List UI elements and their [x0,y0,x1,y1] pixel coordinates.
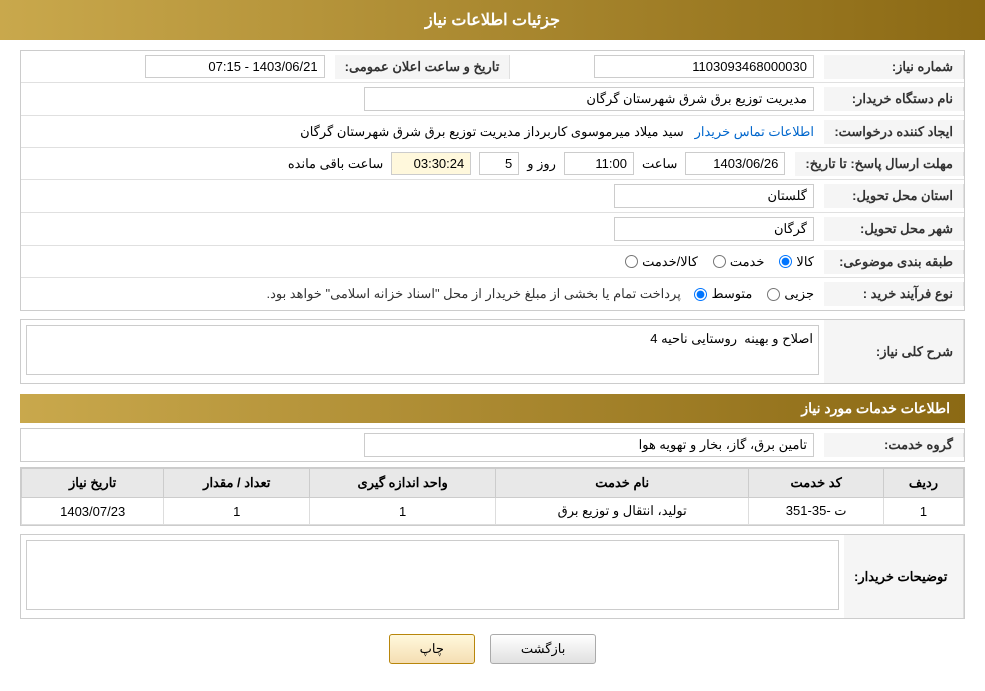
tabaqe-kala-khedmat-item: کالا/خدمت [625,254,698,270]
col-tedad: تعداد / مقدار [164,469,310,498]
shomara-input: 1103093468000030 [594,55,814,78]
tabaqe-kala-radio[interactable] [779,255,792,268]
mohlat-baqi-input: 03:30:24 [391,152,471,175]
dastgah-value: مدیریت توزیع برق شرق شهرستان گرگان [21,83,824,115]
row-grooh: گروه خدمت: تامین برق، گاز، بخار و تهویه … [20,428,965,462]
tabaqe-label: طبقه بندی موضوعی: [824,250,964,274]
page-title: جزئیات اطلاعات نیاز [0,0,985,40]
sharh-value [21,320,824,383]
col-vahed: واحد اندازه گیری [310,469,496,498]
tabaqe-kala-khedmat-label: کالا/خدمت [642,254,698,270]
navoe-motavasset-radio[interactable] [694,288,707,301]
row-mohlat: مهلت ارسال پاسخ: تا تاریخ: 1403/06/26 سا… [21,148,964,180]
mohlat-value: 1403/06/26 ساعت 11:00 روز و 5 03:30:24 س… [21,148,795,179]
tabaqe-khedmat-radio[interactable] [713,255,726,268]
navoe-motavasset-label: متوسط [711,286,752,302]
row-navoe: نوع فرآیند خرید : جزیی متوسط پرداخت تمام… [21,278,964,310]
dastgah-label: نام دستگاه خریدار: [824,87,964,111]
navoe-note: پرداخت تمام یا بخشی از مبلغ خریدار از مح… [266,286,680,301]
col-tarikh: تاریخ نیاز [22,469,164,498]
description-section: توضیحات خریدار: [20,534,965,619]
shahr-label: شهر محل تحویل: [824,217,964,241]
row-shomara: شماره نیاز: 1103093468000030 تاریخ و ساع… [21,51,964,83]
table-row: 1ت -35-351تولید، انتقال و توزیع برق11140… [22,498,964,525]
tarikh-value: 1403/06/21 - 07:15 [21,51,335,82]
mohlat-label: مهلت ارسال پاسخ: تا تاریخ: [795,152,964,176]
mohlat-baqi-label: ساعت باقی مانده [288,156,383,172]
mohlat-saat-label: ساعت [642,156,677,172]
shahr-input: گرگان [614,217,814,241]
navoe-jozi-radio[interactable] [767,288,780,301]
sharh-label: شرح کلی نیاز: [824,320,964,383]
desc-label: توضیحات خریدار: [844,535,964,618]
grooh-input: تامین برق، گاز، بخار و تهویه هوا [364,433,814,457]
sharh-textarea[interactable] [26,325,819,375]
tabaqe-value: کالا خدمت کالا/خدمت [21,250,824,274]
khedmat-section-title: اطلاعات خدمات مورد نیاز [20,394,965,423]
ijad-name: سید میلاد میرموسوی کاربرداز مدیریت توزیع… [300,124,684,139]
ijad-label: ایجاد کننده درخواست: [824,120,964,144]
row-dastgah: نام دستگاه خریدار: مدیریت توزیع برق شرق … [21,83,964,116]
ostan-input: گلستان [614,184,814,208]
mohlat-date-input: 1403/06/26 [685,152,785,175]
back-button[interactable]: بازگشت [490,634,596,664]
table-cell-4: 1 [164,498,310,525]
services-table: ردیف کد خدمت نام خدمت واحد اندازه گیری ت… [21,468,964,525]
shomara-label: شماره نیاز: [824,55,964,79]
tabaqe-khedmat-label: خدمت [730,254,765,270]
navoe-label: نوع فرآیند خرید : [824,282,964,306]
table-cell-1: ت -35-351 [749,498,884,525]
navoe-jozi-label: جزیی [784,286,814,302]
table-cell-0: 1 [884,498,964,525]
sharh-section: شرح کلی نیاز: [20,319,965,384]
navoe-motavasset-item: متوسط [694,286,752,302]
col-nam: نام خدمت [496,469,749,498]
col-kod: کد خدمت [749,469,884,498]
mohlat-saat-input: 11:00 [564,152,634,175]
col-radif: ردیف [884,469,964,498]
table-header-row: ردیف کد خدمت نام خدمت واحد اندازه گیری ت… [22,469,964,498]
tarikh-label: تاریخ و ساعت اعلان عمومی: [335,55,511,79]
shomara-value: 1103093468000030 [510,51,824,82]
dastgah-input: مدیریت توزیع برق شرق شهرستان گرگان [364,87,814,111]
mohlat-roz-input: 5 [479,152,519,175]
navoe-value: جزیی متوسط پرداخت تمام یا بخشی از مبلغ خ… [21,282,824,306]
table-body: 1ت -35-351تولید، انتقال و توزیع برق11140… [22,498,964,525]
navoe-jozi-item: جزیی [767,286,814,302]
print-button[interactable]: چاپ [389,634,475,664]
mohlat-roz-label: روز و [527,156,556,172]
row-ostan: استان محل تحویل: گلستان [21,180,964,213]
row-tabaqe: طبقه بندی موضوعی: کالا خدمت کالا/خدمت [21,246,964,278]
button-row: بازگشت چاپ [20,634,965,664]
main-info-section: شماره نیاز: 1103093468000030 تاریخ و ساع… [20,50,965,311]
desc-value [21,535,844,618]
tarikh-input: 1403/06/21 - 07:15 [145,55,325,78]
table-cell-5: 1403/07/23 [22,498,164,525]
row-shahr: شهر محل تحویل: گرگان [21,213,964,246]
tabaqe-kala-label: کالا [796,254,814,270]
grooh-value: تامین برق، گاز، بخار و تهویه هوا [21,429,824,461]
desc-textarea[interactable] [26,540,839,610]
ostan-label: استان محل تحویل: [824,184,964,208]
table-cell-2: تولید، انتقال و توزیع برق [496,498,749,525]
tabaqe-kala-khedmat-radio[interactable] [625,255,638,268]
row-ijad: ایجاد کننده درخواست: اطلاعات تماس خریدار… [21,116,964,148]
tabaqe-kala-item: کالا [779,254,814,270]
ijad-value: اطلاعات تماس خریدار سید میلاد میرموسوی ک… [21,120,824,144]
tabaqe-khedmat-item: خدمت [713,254,765,270]
contact-link[interactable]: اطلاعات تماس خریدار [695,124,814,139]
ostan-value: گلستان [21,180,824,212]
table-cell-3: 1 [310,498,496,525]
services-table-container: ردیف کد خدمت نام خدمت واحد اندازه گیری ت… [20,467,965,526]
grooh-label: گروه خدمت: [824,433,964,457]
shahr-value: گرگان [21,213,824,245]
